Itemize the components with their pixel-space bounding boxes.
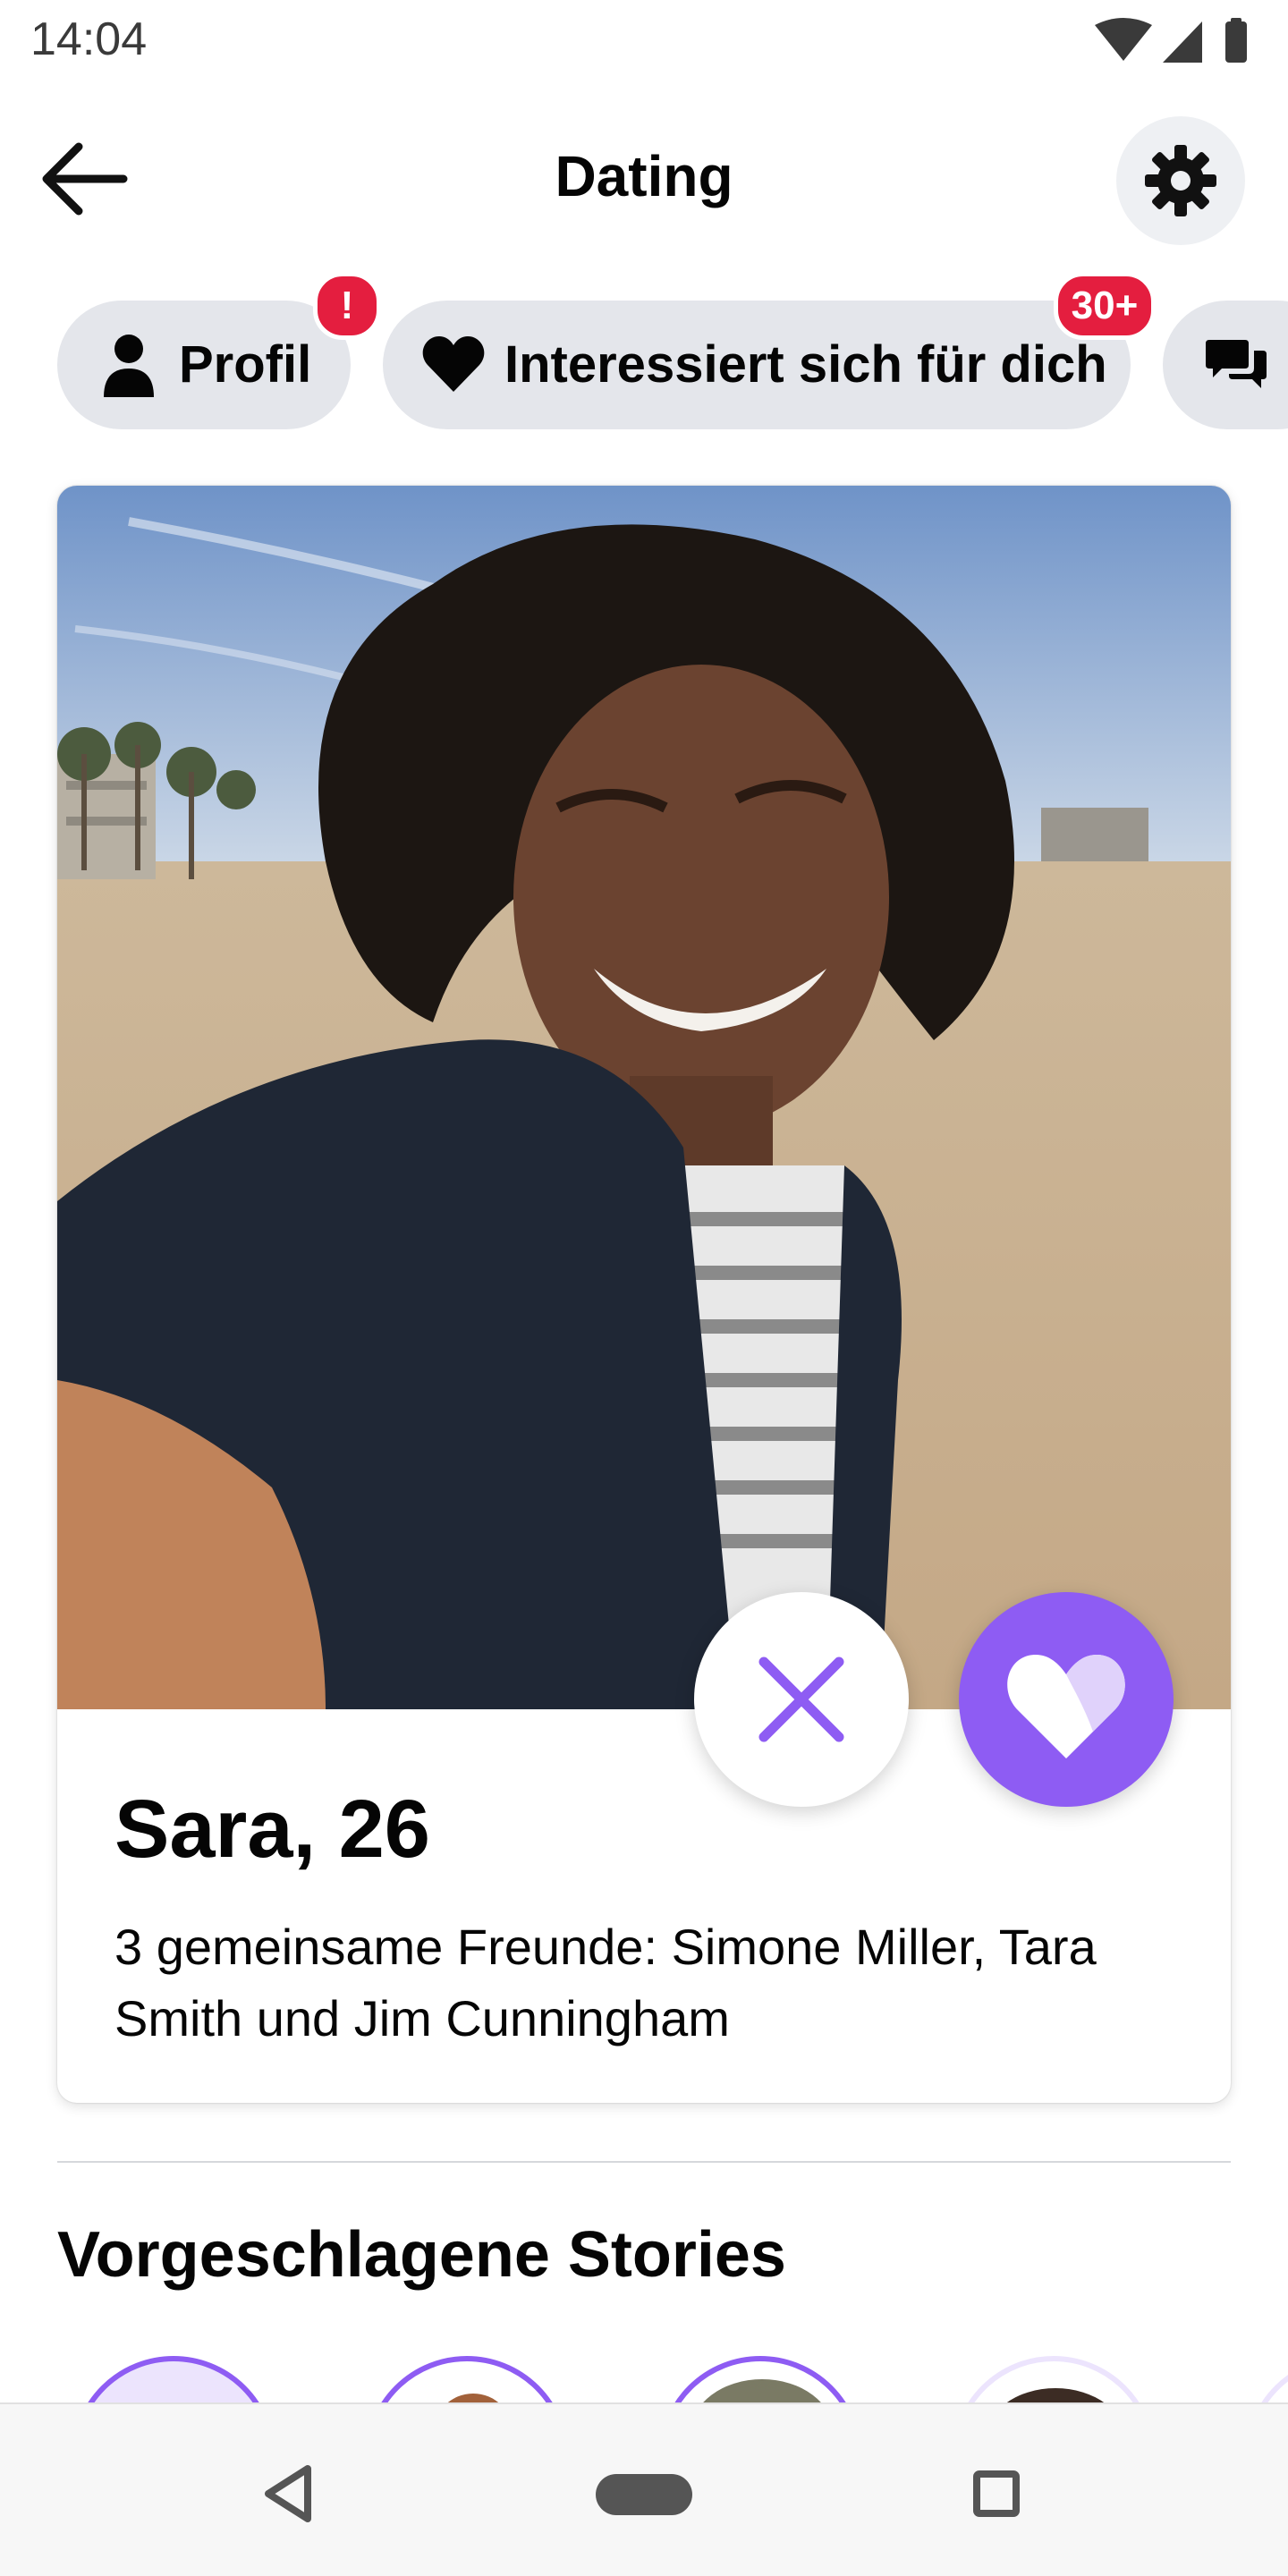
mutual-friends: 3 gemeinsame Freunde: Simone Miller, Tar… [114,1919,1097,2046]
profile-photo [57,486,1231,1709]
heart-icon [1007,1655,1125,1758]
signal-icon [1163,21,1202,63]
settings-button[interactable] [1116,116,1245,245]
chip-profile[interactable]: Profil [57,301,351,429]
triangle-back-icon [265,2465,311,2522]
person-icon [104,335,154,397]
gear-icon [1145,145,1216,216]
like-button[interactable] [959,1592,1174,1807]
profile-card[interactable]: Sara, 26 3 gemeinsame Freunde: Simone Mi… [57,486,1231,2103]
heart-icon [422,336,485,392]
square-recents-icon [973,2470,1020,2517]
stories-section-title: Vorgeschlagene Stories [57,2219,786,2291]
chat-bubbles-icon [1206,340,1267,388]
system-nav-bar [0,2402,1288,2576]
status-time: 14:04 [30,13,148,65]
home-pill-icon [596,2474,692,2515]
battery-icon [1225,21,1247,63]
profile-alert-badge: ! [313,272,381,340]
profile-name: Sara, 26 [114,1784,430,1875]
nav-back-button[interactable] [245,2449,335,2538]
nav-home-button[interactable] [594,2449,694,2538]
section-divider [57,2161,1231,2163]
wifi-icon [1095,18,1152,61]
chip-messages[interactable] [1163,301,1288,429]
pass-button[interactable] [694,1592,909,1807]
chip-interested[interactable]: Interessiert sich für dich [383,301,1131,429]
status-icons [1095,18,1247,63]
chip-interested-label: Interessiert sich für dich [504,335,1107,394]
dating-screen: 14:04 Dating Profil ! Interessiert sich … [0,0,1288,2576]
x-icon [758,1657,844,1742]
chip-profile-label: Profil [179,335,312,394]
interested-count-badge: 30+ [1054,272,1156,340]
nav-recents-button[interactable] [950,2449,1039,2538]
page-title: Dating [555,144,733,208]
